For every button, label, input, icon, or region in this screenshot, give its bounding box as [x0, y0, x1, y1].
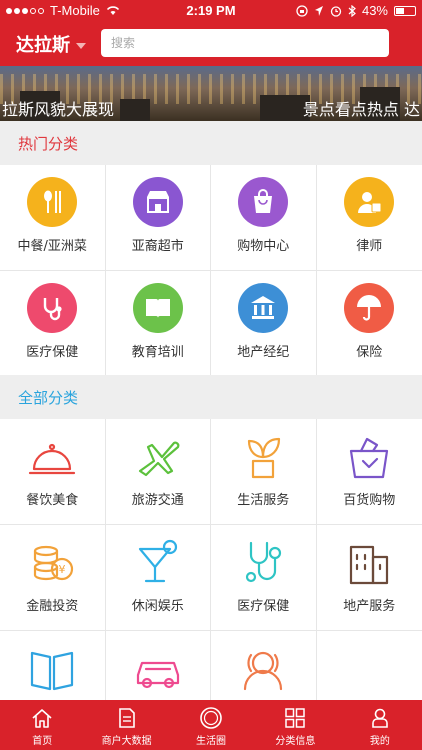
umbrella-icon	[344, 283, 395, 333]
alarm-icon	[330, 5, 342, 17]
chevron-down-icon	[76, 43, 86, 49]
tab-document[interactable]: 商户大数据	[84, 700, 168, 750]
hot-category-item[interactable]: 律师	[316, 165, 422, 271]
car-icon	[132, 643, 184, 695]
spoon-chopsticks-icon	[27, 177, 78, 227]
cocktail-icon	[132, 537, 184, 589]
all-category-item[interactable]: 生活服务	[211, 419, 317, 525]
city-name: 达拉斯	[16, 35, 70, 55]
hot-section-title: 热门分类	[18, 135, 79, 153]
bluetooth-icon	[348, 4, 356, 17]
category-label: 医疗保健	[26, 345, 79, 360]
hot-category-item[interactable]: 教育培训	[105, 271, 211, 377]
all-section-header: 全部分类	[0, 375, 422, 419]
category-label: 保险	[356, 345, 383, 360]
hot-category-item[interactable]: 购物中心	[211, 165, 317, 271]
tab-label: 商户大数据	[101, 736, 152, 747]
category-label: 中餐/亚洲菜	[17, 239, 87, 254]
shopping-bag-icon	[238, 177, 289, 227]
tab-label: 我的	[369, 736, 390, 747]
hot-category-item[interactable]: 亚裔超市	[105, 165, 211, 271]
svg-text:¥: ¥	[59, 563, 66, 576]
hot-category-item[interactable]: 医疗保健	[0, 271, 106, 377]
category-label: 休闲娱乐	[131, 599, 184, 614]
tab-label: 生活圈	[196, 736, 227, 747]
all-category-item[interactable]: 餐饮美食	[0, 419, 106, 525]
banner-text-right: 景点看点热点 达	[302, 100, 420, 119]
city-selector[interactable]: 达拉斯	[16, 31, 86, 57]
banner-building	[120, 99, 150, 121]
food-cloche-icon	[26, 431, 78, 483]
app-header: T-Mobile 2:19 PM 43% 达拉斯	[0, 0, 422, 66]
banner-text-left: 拉斯风貌大展现	[2, 100, 115, 119]
lock-rotation-icon	[296, 4, 308, 17]
battery-percent: 43%	[361, 3, 388, 18]
user-icon	[372, 708, 388, 728]
category-label: 生活服务	[237, 493, 290, 508]
tab-home[interactable]: 首页	[0, 700, 84, 750]
all-category-item[interactable]: 地产服务	[316, 525, 422, 631]
shopping-basket-icon	[343, 431, 395, 483]
tab-grid[interactable]: 分类信息	[253, 700, 337, 750]
category-label: 百货购物	[343, 493, 396, 508]
hot-category-grid: 中餐/亚洲菜 亚裔超市 购物中心 律师医疗保健 教育培训 地产经纪 保险	[0, 165, 422, 377]
all-category-item[interactable]: 休闲娱乐	[105, 525, 211, 631]
category-label: 教育培训	[131, 345, 184, 360]
category-label: 地产经纪	[237, 345, 290, 360]
bank-icon	[238, 283, 289, 333]
category-label: 餐饮美食	[26, 493, 79, 508]
category-label: 亚裔超市	[131, 239, 184, 254]
people-icon	[237, 643, 289, 695]
battery-icon	[394, 5, 416, 16]
battery-fill	[396, 7, 404, 14]
hot-category-item[interactable]: 中餐/亚洲菜	[0, 165, 106, 271]
lawyer-icon	[344, 177, 395, 227]
hot-category-item[interactable]: 保险	[316, 271, 422, 377]
status-right: 43%	[296, 3, 416, 18]
home-icon	[32, 709, 52, 728]
all-category-item[interactable]: ¥ 金融投资	[0, 525, 106, 631]
tab-user[interactable]: 我的	[338, 700, 422, 750]
tab-label: 首页	[32, 736, 53, 747]
grid-icon	[285, 708, 306, 728]
tab-circle[interactable]: 生活圈	[169, 700, 253, 750]
bottom-tab-bar: 首页 商户大数据 生活圈 分类信息 我的	[0, 700, 422, 750]
city-banner[interactable]: 拉斯风貌大展现 景点看点热点 达	[0, 66, 422, 121]
book-open-icon	[26, 643, 78, 695]
category-label: 金融投资	[26, 599, 79, 614]
stethoscope-icon	[237, 537, 289, 589]
tab-label: 分类信息	[275, 736, 316, 747]
all-category-item[interactable]: 百货购物	[316, 419, 422, 525]
all-category-item[interactable]: 医疗保健	[211, 525, 317, 631]
all-category-grid: 餐饮美食 旅游交通 生活服务 百货购物 ¥ 金融投资 休闲娱乐 医疗保健 地产服务	[0, 419, 422, 737]
coins-icon: ¥	[26, 537, 78, 589]
potted-plant-icon	[237, 431, 289, 483]
status-bar: T-Mobile 2:19 PM 43%	[0, 0, 422, 22]
airplane-icon	[132, 431, 184, 483]
book-icon	[132, 283, 183, 333]
location-icon	[314, 5, 323, 16]
category-label: 旅游交通	[131, 493, 184, 508]
document-icon	[118, 708, 135, 728]
hot-category-item[interactable]: 地产经纪	[211, 271, 317, 377]
all-section-title: 全部分类	[18, 389, 79, 407]
category-label: 医疗保健	[237, 599, 290, 614]
hot-section-header: 热门分类	[0, 121, 422, 165]
stethoscope-icon	[27, 283, 78, 333]
category-label: 购物中心	[237, 239, 290, 254]
category-label: 律师	[356, 239, 383, 254]
building-icon	[343, 537, 395, 589]
circle-icon	[200, 707, 222, 729]
search-input[interactable]	[101, 29, 389, 57]
all-category-item[interactable]: 旅游交通	[105, 419, 211, 525]
store-icon	[132, 177, 183, 227]
category-label: 地产服务	[343, 599, 396, 614]
